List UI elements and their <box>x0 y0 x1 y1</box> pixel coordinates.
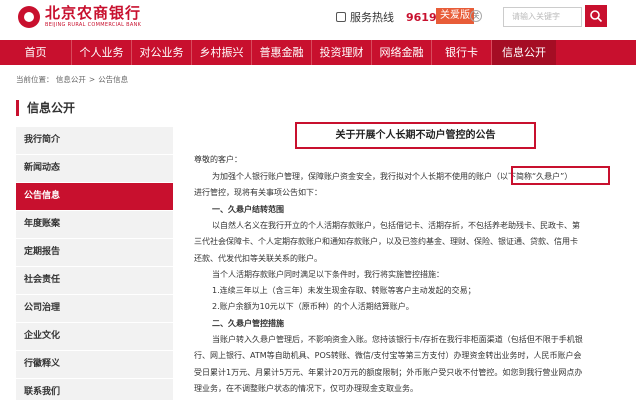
article-section-heading: 一、久悬户结转范围 <box>212 204 284 214</box>
nav-item-8[interactable]: 信息公开 <box>492 40 556 65</box>
breadcrumb-item-1[interactable]: 公告信息 <box>98 75 128 84</box>
logo-emblem-icon <box>18 6 40 28</box>
sidebar-item-1[interactable]: 新闻动态 <box>16 155 173 182</box>
breadcrumb-separator: > <box>88 75 96 84</box>
nav-item-1[interactable]: 个人业务 <box>72 40 132 65</box>
logo-name-cn: 北京农商银行 <box>45 4 142 22</box>
article-greeting: 尊敬的客户： <box>194 155 242 164</box>
nav-item-2[interactable]: 对公业务 <box>132 40 192 65</box>
sidebar-item-9[interactable]: 联系我们 <box>16 379 173 400</box>
phone-icon <box>336 12 346 22</box>
nav-item-3[interactable]: 乡村振兴 <box>192 40 252 65</box>
article-line: 当账户转入久悬户管理后，不影响资金入账。您持该银行卡/存折在我行非柜面渠道（包括… <box>212 335 583 344</box>
bank-logo[interactable]: 北京农商银行 BEIJING RURAL COMMERCIAL BANK <box>18 5 141 29</box>
care-version-button[interactable]: 关爱版 <box>436 8 474 24</box>
article-line: 当个人活期存款账户同时满足以下条件时，我行将实施管控措施： <box>212 269 444 279</box>
breadcrumb: 当前位置： 信息公开 > 公告信息 <box>16 74 128 85</box>
article-line: 受日累计1万元、月累计5万元、年累计20万元的额度限制；外币账户受只收不付管控。… <box>194 367 583 377</box>
article-line: 进行管控，现将有关事项公告如下： <box>194 188 322 198</box>
sidebar-item-4[interactable]: 定期报告 <box>16 239 173 266</box>
breadcrumb-prefix: 当前位置： <box>16 75 54 84</box>
sidebar-item-6[interactable]: 公司治理 <box>16 295 173 322</box>
article-line: 以自然人名义在我行开立的个人活期存款账户，包括借记卡、活期存折，不包括养老助残卡… <box>212 220 580 230</box>
breadcrumb-item-0[interactable]: 信息公开 <box>56 75 86 84</box>
search-icon <box>590 10 603 23</box>
service-hotline: 服务热线 96198 <box>336 9 444 25</box>
article-line: 三代社会保障卡、个人定期存款账户和通知存款账户，以及已签约基金、理财、保险、银证… <box>194 237 578 247</box>
header: 北京农商银行 BEIJING RURAL COMMERCIAL BANK 服务热… <box>0 0 636 40</box>
hotline-label: 服务热线 <box>350 11 394 24</box>
nav-item-7[interactable]: 银行卡 <box>432 40 492 65</box>
nav-item-6[interactable]: 网络金融 <box>372 40 432 65</box>
care-version-close-button[interactable]: 关 <box>470 10 482 22</box>
article-line: 还款、代发代扣等关联关系的账户。 <box>194 253 322 263</box>
article-line: 行、网上银行、ATM等自助机具、POS转账、微信/支付宝等第三方支付）办理资金转… <box>194 351 582 361</box>
sidebar-item-8[interactable]: 行徽释义 <box>16 351 173 378</box>
article-section-heading: 二、久悬户管控措施 <box>212 318 284 328</box>
article-line: 1.连续三年以上（含三年）未发生现金存取、转账等客户主动发起的交易； <box>212 286 476 296</box>
sidebar-item-5[interactable]: 社会责任 <box>16 267 173 294</box>
sidebar-title: 信息公开 <box>16 100 75 116</box>
logo-text: 北京农商银行 BEIJING RURAL COMMERCIAL BANK <box>45 5 141 29</box>
nav-item-4[interactable]: 普惠金融 <box>252 40 312 65</box>
sidebar-item-7[interactable]: 企业文化 <box>16 323 173 350</box>
logo-name-en: BEIJING RURAL COMMERCIAL BANK <box>45 22 142 28</box>
main-nav: 首页 个人业务 对公业务 乡村振兴 普惠金融 投资理财 网络金融 银行卡 信息公开 <box>0 40 636 65</box>
sidebar-item-0[interactable]: 我行简介 <box>16 127 173 154</box>
sidebar-item-3[interactable]: 年度账案 <box>16 211 173 238</box>
nav-item-5[interactable]: 投资理财 <box>312 40 372 65</box>
article-line: 理业务，在不调整账户状态的情况下，仅可办理现金支取业务。 <box>194 383 418 393</box>
search-button[interactable] <box>585 5 607 27</box>
sidebar-menu: 我行简介 新闻动态 公告信息 年度账案 定期报告 社会责任 公司治理 企业文化 行徽释义 联系我们 <box>16 127 173 400</box>
article-title: 关于开展个人长期不动户管控的公告 <box>295 122 536 149</box>
sidebar-item-2[interactable]: 公告信息 <box>16 183 173 210</box>
highlight-box <box>511 166 610 185</box>
article-line: 2.账户余额为10元以下（原币种）的个人活期结算账户。 <box>212 302 414 312</box>
search-input[interactable]: 请输入关键字 <box>503 7 582 27</box>
nav-item-0[interactable]: 首页 <box>0 40 72 65</box>
